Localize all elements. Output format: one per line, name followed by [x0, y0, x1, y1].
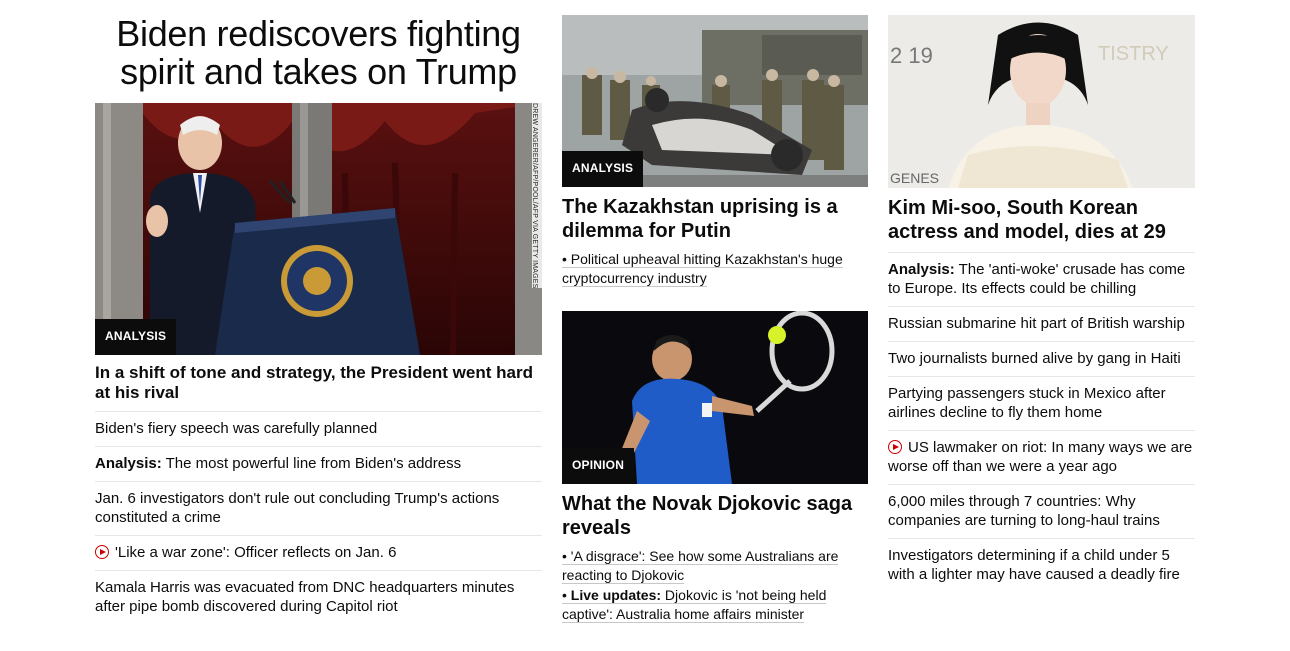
right-column: 2 19 TISTRY GENES Kim Mi-soo, South Kore… — [888, 15, 1195, 592]
president-at-podium-photo — [95, 103, 542, 355]
kim-image[interactable]: 2 19 TISTRY GENES — [888, 15, 1195, 188]
list-item[interactable]: Russian submarine hit part of British wa… — [888, 307, 1195, 342]
list-item[interactable]: Analysis: The 'anti-woke' crusade has co… — [888, 252, 1195, 307]
list-item[interactable]: Jan. 6 investigators don't rule out conc… — [95, 482, 542, 536]
middle-column: ANALYSIS The Kazakhstan uprising is a di… — [562, 15, 868, 625]
list-item[interactable]: Investigators determining if a child und… — [888, 539, 1195, 592]
backdrop-text: TISTRY — [1098, 43, 1169, 65]
backdrop-sponsor: GENES — [890, 170, 939, 186]
kazakhstan-image[interactable]: ANALYSIS — [562, 15, 868, 187]
analysis-label: ANALYSIS — [95, 319, 177, 355]
actress-portrait-photo: 2 19 TISTRY GENES — [888, 15, 1195, 188]
right-related-list: Analysis: The 'anti-woke' crusade has co… — [888, 252, 1195, 592]
lead-story: Biden rediscovers fighting spirit and ta… — [95, 0, 542, 624]
lead-image[interactable]: DREW ANGERER/AFP/POOL/AFP VIA GETTY IMAG… — [95, 103, 542, 355]
live-updates-prefix: Live updates: — [570, 587, 662, 603]
sub-link[interactable]: • 'A disgrace': See how some Australians… — [562, 547, 868, 585]
list-item[interactable]: US lawmaker on riot: In many ways we are… — [888, 431, 1195, 485]
video-play-icon — [888, 440, 902, 454]
kim-title[interactable]: Kim Mi-soo, South Korean actress and mod… — [888, 196, 1195, 244]
opinion-label: OPINION — [562, 448, 635, 484]
kazakhstan-title[interactable]: The Kazakhstan uprising is a dilemma for… — [562, 195, 868, 243]
photo-credit: DREW ANGERER/AFP/POOL/AFP VIA GETTY IMAG… — [531, 103, 538, 289]
analysis-prefix: Analysis: — [95, 455, 162, 472]
lead-headline[interactable]: Biden rediscovers fighting spirit and ta… — [95, 0, 542, 103]
backdrop-year: 2 19 — [890, 43, 933, 68]
video-play-icon — [95, 545, 109, 559]
kazakhstan-sub-links: • Political upheaval hitting Kazakhstan'… — [562, 250, 868, 288]
analysis-label: ANALYSIS — [562, 151, 644, 187]
list-item[interactable]: Partying passengers stuck in Mexico afte… — [888, 377, 1195, 431]
djokovic-title[interactable]: What the Novak Djokovic saga reveals — [562, 492, 868, 540]
djokovic-sub-links: • 'A disgrace': See how some Australians… — [562, 547, 868, 624]
list-item[interactable]: 6,000 miles through 7 countries: Why com… — [888, 485, 1195, 539]
djokovic-image[interactable]: OPINION — [562, 311, 868, 484]
lead-related-list: Biden's fiery speech was carefully plann… — [95, 411, 542, 624]
sub-link[interactable]: • Political upheaval hitting Kazakhstan'… — [562, 250, 868, 288]
list-item[interactable]: Biden's fiery speech was carefully plann… — [95, 411, 542, 447]
analysis-prefix: Analysis: — [888, 261, 955, 278]
lead-title[interactable]: In a shift of tone and strategy, the Pre… — [95, 363, 542, 403]
list-item[interactable]: Kamala Harris was evacuated from DNC hea… — [95, 571, 542, 624]
sub-link[interactable]: • Live updates: Djokovic is 'not being h… — [562, 586, 868, 624]
list-item[interactable]: Two journalists burned alive by gang in … — [888, 342, 1195, 377]
list-item[interactable]: Analysis: The most powerful line from Bi… — [95, 447, 542, 482]
list-item[interactable]: 'Like a war zone': Officer reflects on J… — [95, 536, 542, 571]
